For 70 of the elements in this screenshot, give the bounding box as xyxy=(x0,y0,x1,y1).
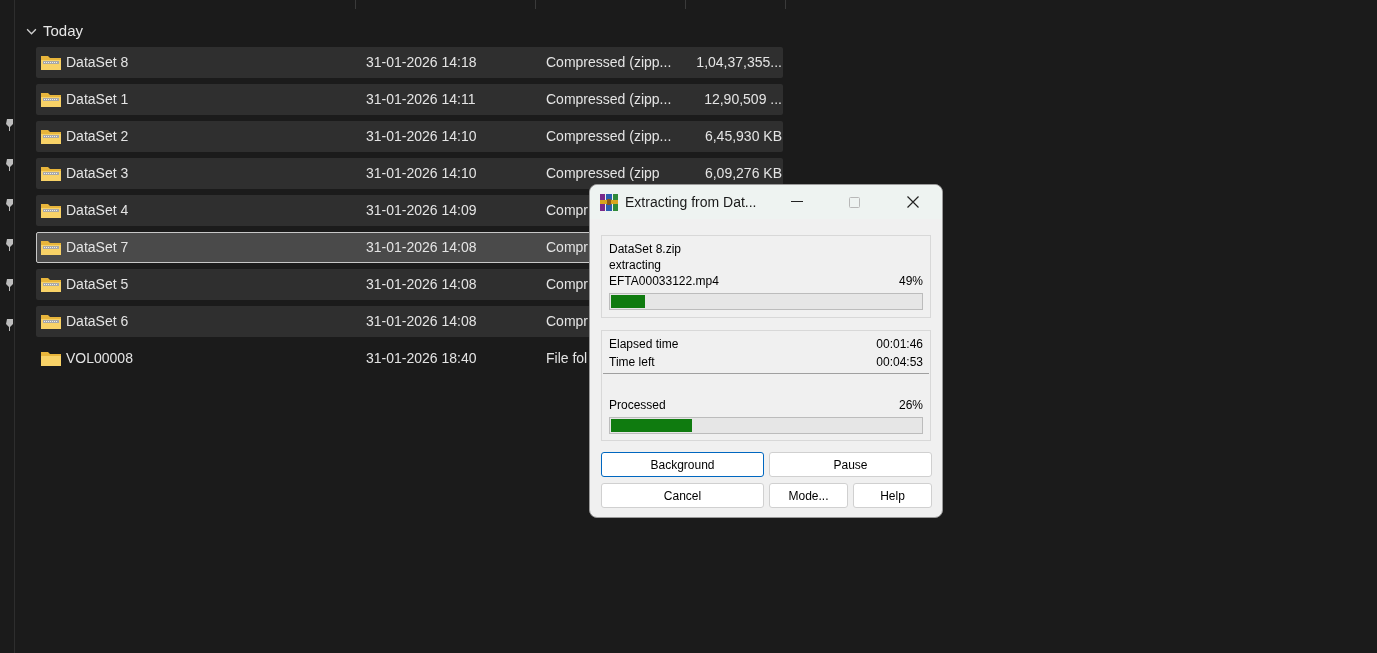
file-type: Compressed (zipp... xyxy=(546,54,672,70)
file-size: 12,90,509 ... xyxy=(703,90,782,109)
time-value: 00:04:53 xyxy=(876,354,923,371)
dialog-button[interactable]: Help xyxy=(853,483,932,508)
file-row[interactable]: DataSet 3 31-01-2026 14:10 Compressed (zipp 6,09,276 KB xyxy=(36,158,783,189)
maximize-icon xyxy=(849,196,860,208)
folder-icon xyxy=(41,350,61,367)
zipped-folder-icon xyxy=(41,202,61,219)
file-name: DataSet 3 xyxy=(66,164,129,183)
file-type: Compressed (zipp... xyxy=(546,128,672,144)
modified-date: 31-01-2026 14:10 xyxy=(366,164,478,183)
time-value: 00:01:46 xyxy=(876,336,923,353)
file-size: 6,09,276 KB xyxy=(703,164,782,183)
pin-icon[interactable] xyxy=(5,118,14,132)
pin-icon[interactable] xyxy=(5,198,14,212)
zipped-folder-icon xyxy=(41,165,61,182)
processed-label: Processed xyxy=(609,397,666,414)
file-type: Compressed (zipp... xyxy=(546,91,672,107)
zipped-folder-icon xyxy=(41,239,61,256)
modified-date: 31-01-2026 14:10 xyxy=(366,127,478,146)
file-size: 6,45,930 KB xyxy=(703,127,782,146)
dialog-button[interactable]: Background xyxy=(601,452,764,477)
modified-date: 31-01-2026 18:40 xyxy=(366,349,478,368)
archive-books-icon xyxy=(599,192,619,212)
pin-icon[interactable] xyxy=(5,278,14,292)
dialog-button[interactable]: Pause xyxy=(769,452,932,477)
file-type: Compr xyxy=(546,313,588,329)
file-name: DataSet 7 xyxy=(66,238,129,257)
minimize-icon[interactable] xyxy=(791,201,803,203)
file-type: Compressed (zipp xyxy=(546,165,660,181)
file-type: Compr xyxy=(546,276,588,292)
dialog-button[interactable]: Cancel xyxy=(601,483,764,508)
time-label: Elapsed time xyxy=(609,336,679,353)
file-name: DataSet 2 xyxy=(66,127,129,146)
file-name: DataSet 4 xyxy=(66,201,129,220)
file-name: DataSet 6 xyxy=(66,312,129,331)
modified-date: 31-01-2026 14:09 xyxy=(366,201,478,220)
processed-percent: 26% xyxy=(898,397,923,414)
modified-date: 31-01-2026 14:08 xyxy=(366,312,478,331)
dialog-button[interactable]: Mode... xyxy=(769,483,848,508)
file-name: DataSet 5 xyxy=(66,275,129,294)
time-label: Time left xyxy=(609,354,655,371)
file-row[interactable]: DataSet 2 31-01-2026 14:10 Compressed (zipp... 6,45,930 KB xyxy=(36,121,783,152)
file-size: 1,04,37,355... xyxy=(696,53,782,72)
file-row[interactable]: DataSet 8 31-01-2026 14:18 Compressed (zipp... 1,04,37,355... xyxy=(36,47,783,78)
zipped-folder-icon xyxy=(41,128,61,145)
pin-icon[interactable] xyxy=(5,318,14,332)
file-name: DataSet 8 xyxy=(66,53,129,72)
zipped-folder-icon xyxy=(41,276,61,293)
group-header[interactable]: Today xyxy=(43,19,84,43)
zipped-folder-icon xyxy=(41,54,61,71)
file-type: File fol xyxy=(546,350,588,366)
modified-date: 31-01-2026 14:18 xyxy=(366,53,478,72)
modified-date: 31-01-2026 14:11 xyxy=(366,90,477,109)
file-name: DataSet 1 xyxy=(66,90,129,109)
file-percent: 49% xyxy=(898,273,923,290)
file-name: VOL00008 xyxy=(66,349,133,368)
close-icon[interactable] xyxy=(907,196,919,208)
modified-date: 31-01-2026 14:08 xyxy=(366,275,478,294)
pin-icon[interactable] xyxy=(5,238,14,252)
file-type: Compr xyxy=(546,202,588,218)
zipped-folder-icon xyxy=(41,313,61,330)
current-file: EFTA00033122.mp4 xyxy=(609,273,719,290)
modified-date: 31-01-2026 14:08 xyxy=(366,238,478,257)
file-type: Compr xyxy=(546,239,588,255)
zipped-folder-icon xyxy=(41,91,61,108)
window-title: Extracting from Dat... xyxy=(625,192,757,212)
pin-icon[interactable] xyxy=(5,158,14,172)
file-row[interactable]: DataSet 1 31-01-2026 14:11 Compressed (zipp... 12,90,509 ... xyxy=(36,84,783,115)
archive-name: DataSet 8.zip xyxy=(608,241,683,257)
